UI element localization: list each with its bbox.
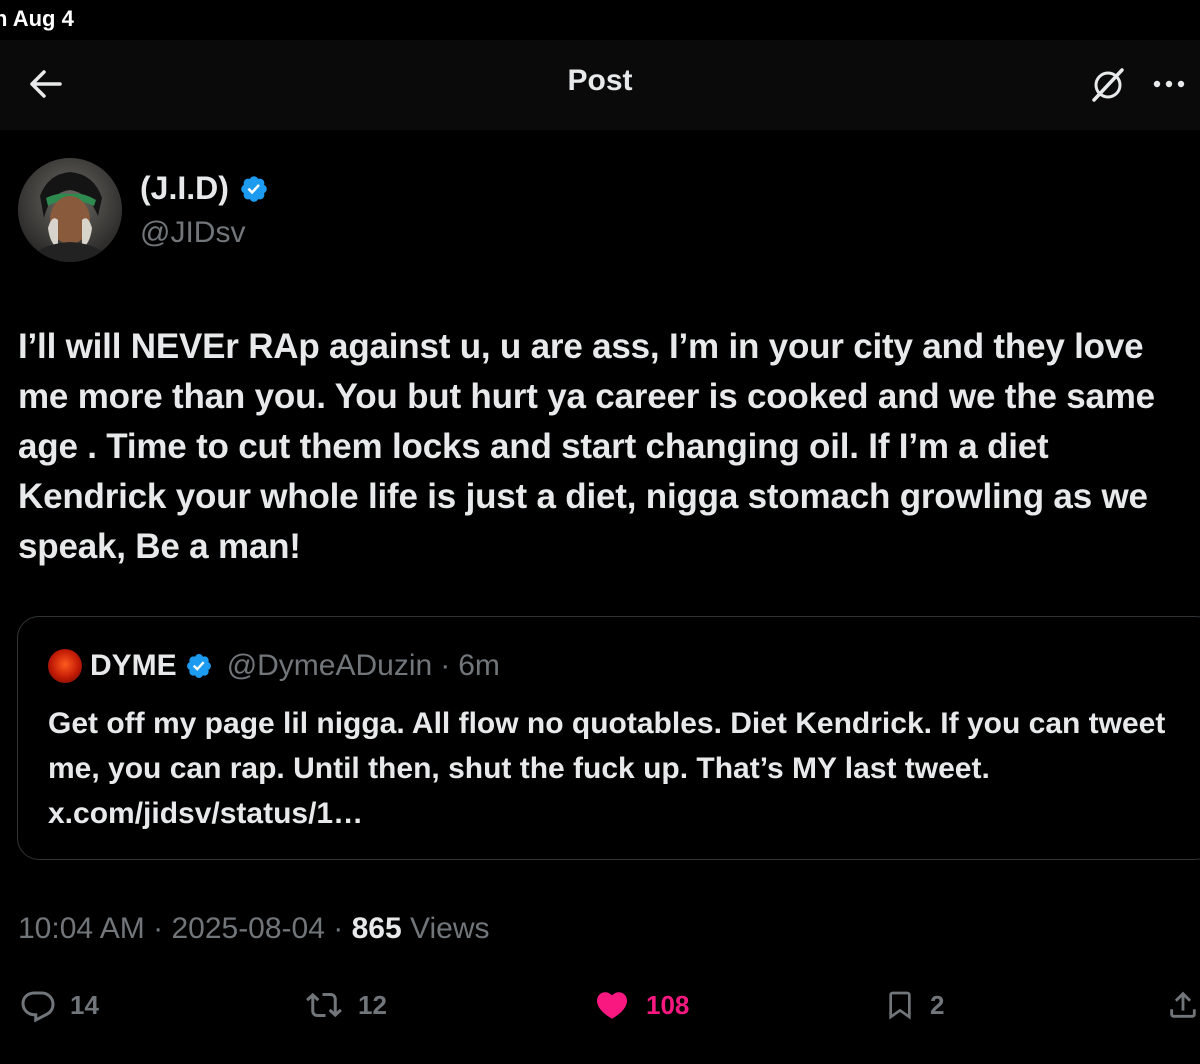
quoted-post-text: Get off my page lil nigga. All flow no q… bbox=[48, 707, 1166, 830]
repost-count: 12 bbox=[358, 989, 387, 1020]
views-count: 865 bbox=[351, 912, 402, 945]
bookmark-icon bbox=[889, 991, 911, 1020]
grok-button[interactable] bbox=[1086, 62, 1130, 106]
grok-icon bbox=[1092, 68, 1124, 102]
avatar[interactable] bbox=[18, 158, 122, 262]
share-button[interactable] bbox=[1166, 980, 1200, 1030]
verified-badge-icon bbox=[186, 654, 211, 678]
author-display-name[interactable]: (J.I.D) bbox=[140, 170, 269, 207]
quoted-avatar[interactable] bbox=[48, 649, 82, 683]
repost-icon bbox=[306, 992, 342, 1018]
quoted-post[interactable]: DYME @DymeADuzin · 6m Get off my page li… bbox=[17, 616, 1200, 860]
quoted-author-handle[interactable]: @DymeADuzin bbox=[227, 649, 433, 683]
like-button[interactable]: 108 bbox=[592, 980, 689, 1030]
verified-badge-icon bbox=[241, 175, 267, 202]
post-text: I’ll will NEVEr RAp against u, u are ass… bbox=[18, 327, 1155, 566]
meta-separator: · bbox=[333, 912, 344, 945]
post-meta: 10:04 AM · 2025-08-04 · 865 Views bbox=[18, 912, 490, 946]
quoted-timestamp: 6m bbox=[458, 649, 500, 682]
avatar-image bbox=[18, 158, 122, 262]
more-icon bbox=[1153, 80, 1185, 88]
reply-button[interactable]: 14 bbox=[20, 980, 99, 1030]
repost-button[interactable]: 12 bbox=[304, 980, 387, 1030]
meta-separator: · bbox=[153, 912, 164, 945]
views-label: Views bbox=[410, 912, 490, 945]
more-options-button[interactable] bbox=[1148, 62, 1192, 106]
status-bar: n Aug 4 bbox=[0, 0, 1200, 40]
bookmark-button[interactable]: 2 bbox=[884, 980, 944, 1030]
reply-icon bbox=[21, 991, 55, 1023]
share-icon bbox=[1170, 991, 1196, 1018]
post-date[interactable]: 2025-08-04 bbox=[171, 912, 324, 945]
author-handle[interactable]: @JIDsv bbox=[140, 216, 245, 250]
action-bar: 14 12 108 2 bbox=[0, 980, 1200, 1030]
top-nav: Post bbox=[0, 40, 1200, 130]
page-title: Post bbox=[567, 64, 633, 97]
reply-count: 14 bbox=[70, 989, 99, 1020]
like-count: 108 bbox=[646, 989, 690, 1020]
author-name-text: (J.I.D) bbox=[140, 170, 229, 206]
bookmark-count: 2 bbox=[930, 989, 945, 1020]
quoted-author-name[interactable]: DYME bbox=[90, 649, 177, 683]
like-heart-icon bbox=[596, 992, 628, 1019]
status-time: n Aug 4 bbox=[0, 6, 74, 31]
post-time[interactable]: 10:04 AM bbox=[18, 912, 145, 945]
quoted-post-header: DYME @DymeADuzin · 6m bbox=[48, 649, 500, 683]
quoted-separator: · bbox=[440, 649, 451, 682]
